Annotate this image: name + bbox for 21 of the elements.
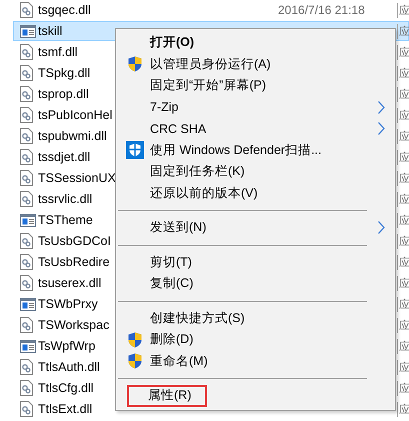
file-name: TsUsbRedire bbox=[38, 255, 110, 269]
file-name: tsuserex.dll bbox=[38, 276, 102, 290]
file-name: tsprop.dll bbox=[38, 87, 89, 101]
file-name: TtlsCfg.dll bbox=[38, 381, 94, 395]
file-name: TSWbPrxy bbox=[38, 297, 98, 311]
file-name: TSTheme bbox=[38, 213, 93, 227]
file-name: tskill bbox=[38, 24, 62, 38]
file-name: TsWpfWrp bbox=[38, 339, 96, 353]
file-name: TSWorkspac bbox=[38, 318, 110, 332]
file-name: TSpkg.dll bbox=[38, 66, 90, 80]
file-name: TsUsbGDCoI bbox=[38, 234, 111, 248]
file-name: tsgqec.dll bbox=[38, 3, 91, 17]
file-name: TtlsAuth.dll bbox=[38, 360, 100, 374]
file-name: tsPubIconHel bbox=[38, 108, 112, 122]
file-date: 2016/7/16 21:18 bbox=[278, 3, 365, 17]
file-name: TSSessionUX bbox=[38, 171, 116, 185]
file-name: TtlsExt.dll bbox=[38, 402, 92, 416]
file-name: tsmf.dll bbox=[38, 45, 78, 59]
file-name: tssdjet.dll bbox=[38, 150, 90, 164]
file-name: tspubwmi.dll bbox=[38, 129, 107, 143]
file-name: tssrvlic.dll bbox=[38, 192, 92, 206]
